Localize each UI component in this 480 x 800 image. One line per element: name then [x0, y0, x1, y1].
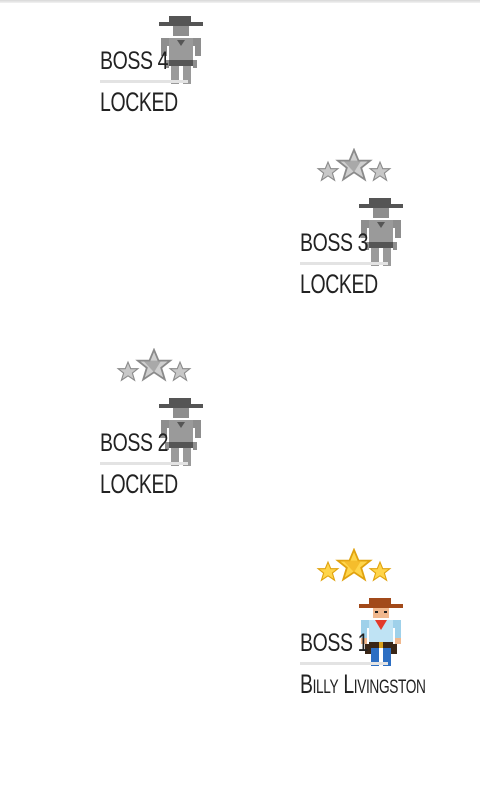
boss-label: BOSS 3: [300, 229, 369, 257]
boss-1-card[interactable]: BOSS 1 Billy Livingston: [300, 548, 450, 699]
three-star-rating-icon: [316, 548, 392, 582]
boss-status: LOCKED: [100, 87, 178, 117]
boss-label: BOSS 4: [100, 47, 169, 75]
boss-4-card[interactable]: BOSS 4 LOCKED: [100, 0, 250, 117]
boss-status: LOCKED: [300, 269, 378, 299]
boss-status: LOCKED: [100, 469, 178, 499]
boss-label-underline: [100, 462, 188, 465]
boss-label-underline: [100, 80, 188, 83]
boss-2-card[interactable]: BOSS 2 LOCKED: [100, 348, 250, 499]
three-star-rating-icon: [316, 148, 392, 182]
boss-label: BOSS 1: [300, 629, 369, 657]
boss-label-underline: [300, 262, 388, 265]
three-star-rating-icon: [116, 348, 192, 382]
boss-label-underline: [300, 662, 388, 665]
boss-3-card[interactable]: BOSS 3 LOCKED: [300, 148, 450, 299]
boss-name: Billy Livingston: [300, 669, 426, 699]
boss-label: BOSS 2: [100, 429, 169, 457]
boss-select-screen: BOSS 4 LOCKED BOSS 3 LOCKED BOSS 2 LOCKE…: [0, 0, 480, 800]
